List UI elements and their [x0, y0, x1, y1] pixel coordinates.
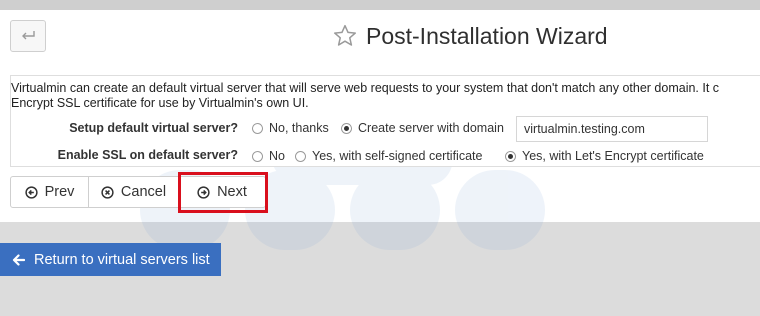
page-title: Post-Installation Wizard — [366, 22, 608, 49]
radio-create-server[interactable] — [341, 122, 352, 134]
option-no-thanks[interactable]: No, thanks — [252, 121, 329, 135]
return-to-servers-button[interactable]: Return to virtual servers list — [0, 243, 221, 276]
cancel-label: Cancel — [120, 184, 167, 200]
option-create-server[interactable]: Create server with domain — [341, 121, 504, 135]
option-ssl-no[interactable]: No — [252, 149, 285, 163]
default-server-label: Setup default virtual server? — [69, 121, 238, 135]
description-line-1: Virtualmin can create an default virtual… — [11, 81, 720, 95]
radio-ssl-letsencrypt[interactable] — [505, 150, 516, 162]
option-ssl-letsencrypt-label: Yes, with Let's Encrypt certificate — [522, 149, 704, 163]
radio-no-thanks[interactable] — [252, 122, 263, 134]
next-label: Next — [217, 184, 247, 200]
option-no-thanks-label: No, thanks — [269, 121, 329, 135]
prev-button[interactable]: Prev — [11, 177, 89, 207]
star-outline-icon[interactable] — [332, 23, 358, 49]
page-header: Post-Installation Wizard — [332, 18, 608, 54]
form-description: Virtualmin can create an default virtual… — [11, 81, 759, 111]
return-label: Return to virtual servers list — [34, 251, 210, 268]
ssl-label: Enable SSL on default server? — [57, 148, 238, 162]
radio-ssl-no[interactable] — [252, 150, 263, 162]
prev-label: Prev — [44, 184, 75, 200]
option-create-server-label: Create server with domain — [358, 121, 504, 135]
option-ssl-letsencrypt[interactable]: Yes, with Let's Encrypt certificate — [505, 149, 704, 163]
domain-input[interactable] — [516, 116, 708, 142]
option-ssl-self-signed-label: Yes, with self-signed certificate — [312, 149, 483, 163]
option-ssl-self-signed[interactable]: Yes, with self-signed certificate — [295, 149, 482, 163]
cancel-circle-icon — [101, 185, 114, 199]
return-arrow-icon — [22, 31, 35, 40]
wizard-buttons: Prev Cancel Next — [10, 176, 266, 208]
arrow-left-icon — [12, 253, 25, 266]
description-line-2: Encrypt SSL certificate for use by Virtu… — [11, 96, 309, 110]
back-button[interactable] — [10, 20, 46, 52]
radio-ssl-self-signed[interactable] — [295, 150, 306, 162]
arrow-circle-left-icon — [24, 185, 38, 199]
option-ssl-no-label: No — [269, 149, 285, 163]
cancel-button[interactable]: Cancel — [89, 177, 179, 207]
arrow-circle-right-icon — [197, 185, 210, 199]
next-button[interactable]: Next — [179, 177, 265, 207]
top-strip — [0, 0, 760, 10]
